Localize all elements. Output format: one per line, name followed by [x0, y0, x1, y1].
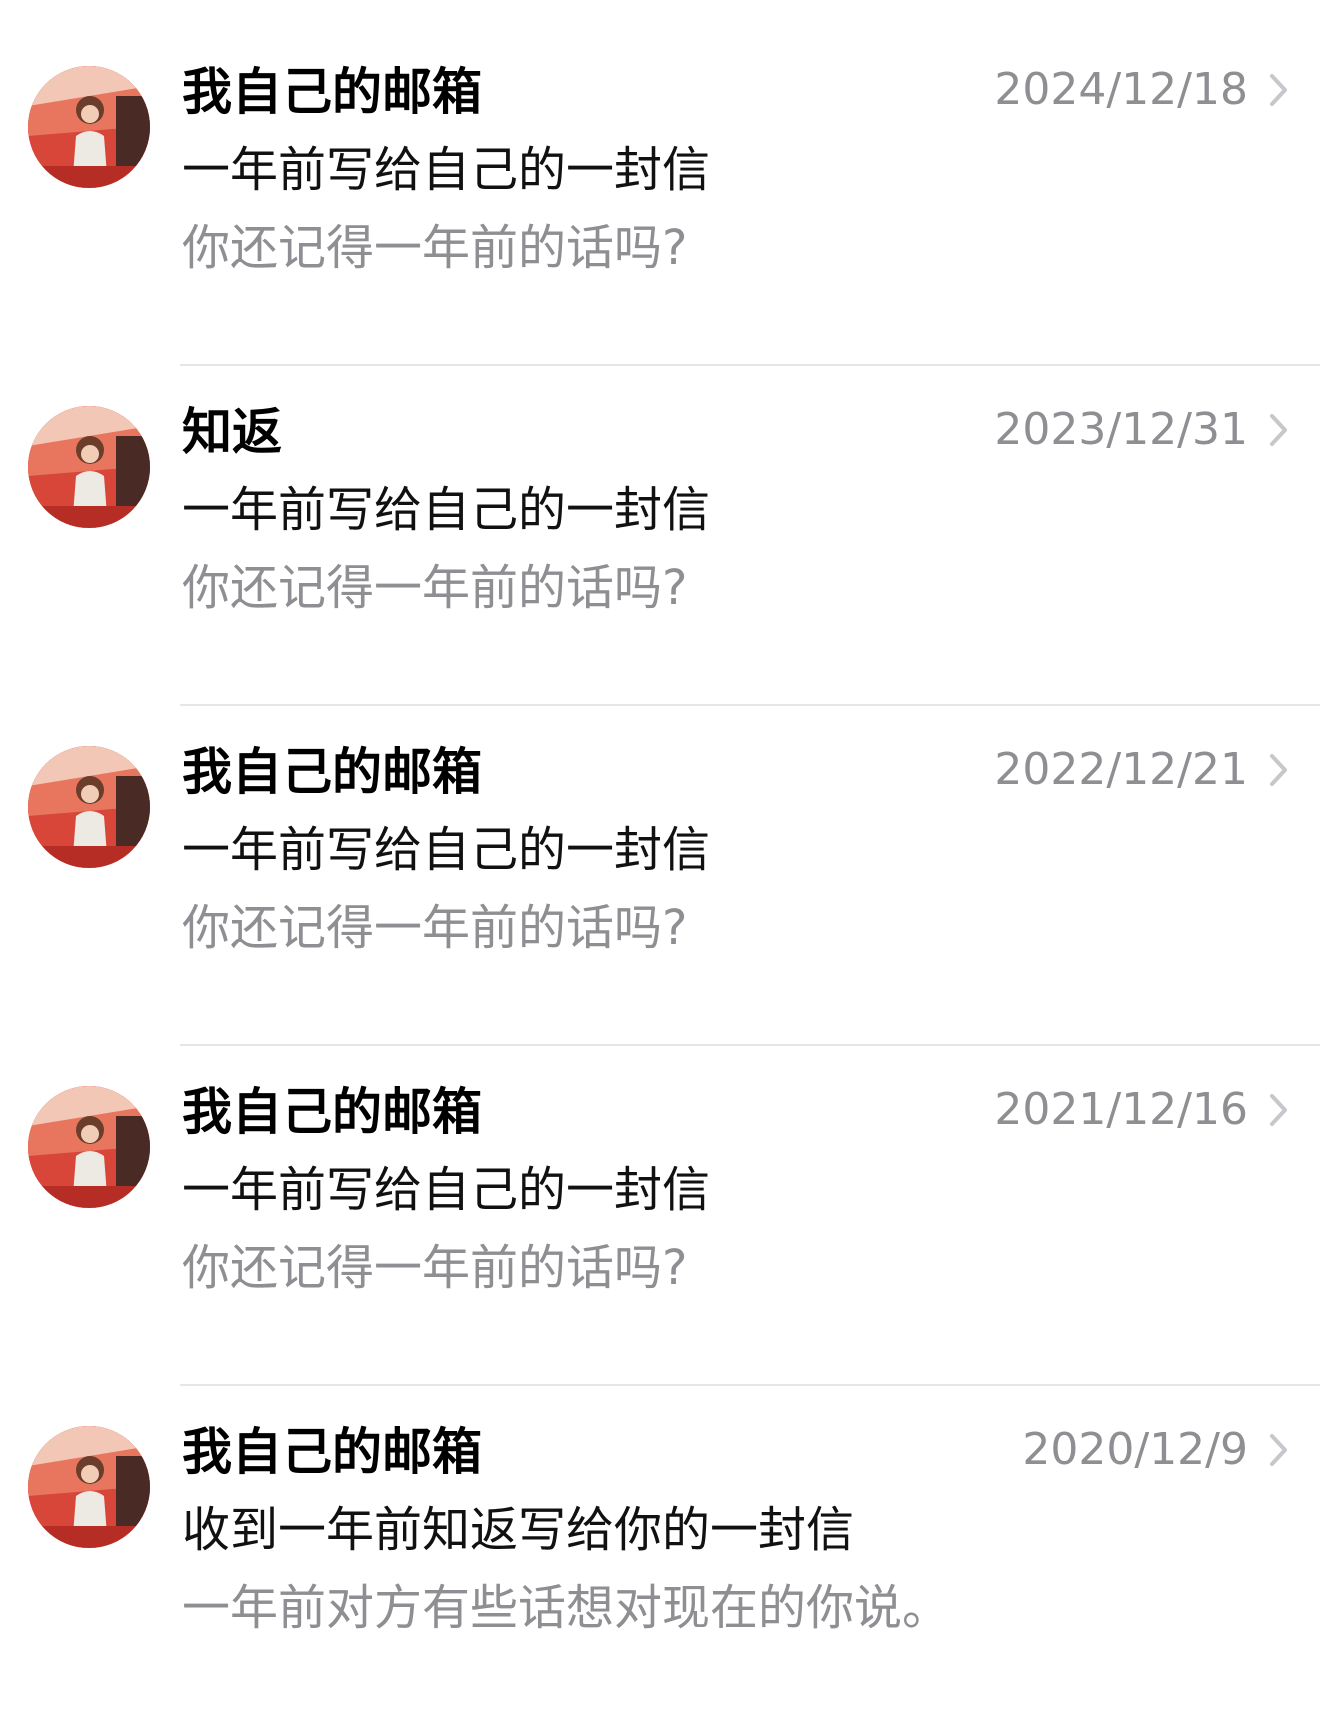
chevron-right-icon — [1268, 1430, 1290, 1470]
avatar-photo-icon — [28, 406, 150, 528]
mail-date: 2020/12/9 — [1022, 1424, 1248, 1475]
mail-list-item[interactable]: 我自己的邮箱 2022/12/21 一年前写给自己的一封信 你还记得一年前的话吗… — [0, 706, 1320, 1046]
sender-name: 我自己的邮箱 — [182, 743, 482, 801]
sender-name: 我自己的邮箱 — [182, 1083, 482, 1141]
mail-list-item[interactable]: 我自己的邮箱 2020/12/9 收到一年前知返写给你的一封信 一年前对方有些话… — [0, 1386, 1320, 1716]
sender-name: 我自己的邮箱 — [182, 1423, 482, 1481]
avatar — [28, 406, 150, 528]
mail-subject: 收到一年前知返写给你的一封信 — [182, 1502, 855, 1558]
mail-preview: 你还记得一年前的话吗? — [182, 900, 688, 956]
avatar-photo-icon — [28, 746, 150, 868]
chevron-right-icon — [1268, 410, 1290, 450]
sender-name: 我自己的邮箱 — [182, 63, 482, 121]
mail-date: 2022/12/21 — [994, 744, 1248, 795]
mail-subject: 一年前写给自己的一封信 — [182, 142, 711, 198]
sender-name: 知返 — [182, 403, 282, 461]
mail-list: 我自己的邮箱 2024/12/18 一年前写给自己的一封信 你还记得一年前的话吗… — [0, 0, 1320, 1716]
mail-subject: 一年前写给自己的一封信 — [182, 822, 711, 878]
avatar — [28, 746, 150, 868]
mail-subject: 一年前写给自己的一封信 — [182, 482, 711, 538]
avatar — [28, 1426, 150, 1548]
avatar-photo-icon — [28, 1086, 150, 1208]
mail-date: 2021/12/16 — [994, 1084, 1248, 1135]
chevron-right-icon — [1268, 750, 1290, 790]
chevron-right-icon — [1268, 1090, 1290, 1130]
mail-list-item[interactable]: 我自己的邮箱 2021/12/16 一年前写给自己的一封信 你还记得一年前的话吗… — [0, 1046, 1320, 1386]
avatar — [28, 66, 150, 188]
avatar-photo-icon — [28, 66, 150, 188]
mail-list-item[interactable]: 知返 2023/12/31 一年前写给自己的一封信 你还记得一年前的话吗? — [0, 366, 1320, 706]
mail-preview: 你还记得一年前的话吗? — [182, 560, 688, 616]
mail-preview: 你还记得一年前的话吗? — [182, 220, 688, 276]
mail-preview: 你还记得一年前的话吗? — [182, 1240, 688, 1296]
chevron-right-icon — [1268, 70, 1290, 110]
avatar-photo-icon — [28, 1426, 150, 1548]
mail-preview: 一年前对方有些话想对现在的你说。 — [182, 1580, 951, 1636]
avatar — [28, 1086, 150, 1208]
mail-list-item[interactable]: 我自己的邮箱 2024/12/18 一年前写给自己的一封信 你还记得一年前的话吗… — [0, 0, 1320, 366]
mail-date: 2023/12/31 — [994, 404, 1248, 455]
mail-subject: 一年前写给自己的一封信 — [182, 1162, 711, 1218]
mail-date: 2024/12/18 — [994, 64, 1248, 115]
